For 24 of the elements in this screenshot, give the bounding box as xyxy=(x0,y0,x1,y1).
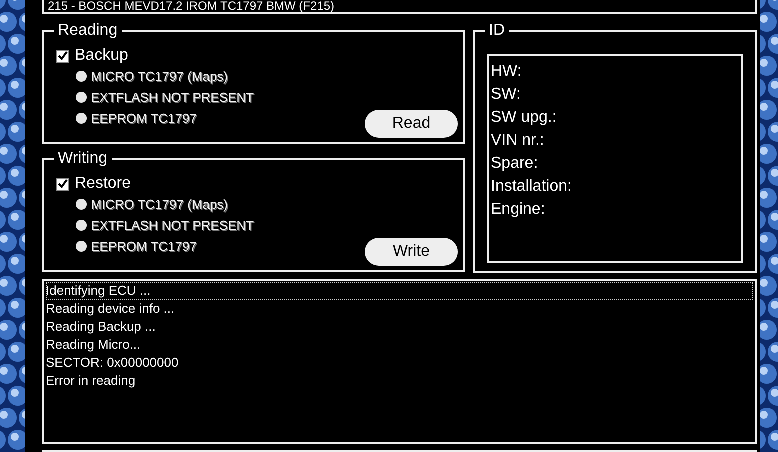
field-label: Spare: xyxy=(491,154,540,174)
checkbox[interactable] xyxy=(56,178,69,190)
checkbox-label[interactable]: Backup xyxy=(75,46,128,66)
checkbox[interactable] xyxy=(56,50,69,62)
field-label: Installation: xyxy=(491,177,573,197)
log-line[interactable]: Error in reading xyxy=(46,372,753,390)
log-line[interactable]: Identifying ECU ... xyxy=(46,282,753,300)
field-label: VIN nr.: xyxy=(491,131,546,151)
log-line[interactable]: Reading Backup ... xyxy=(46,318,753,336)
group-title: Writing xyxy=(54,149,112,169)
group-title: Reading xyxy=(54,21,122,41)
log-line[interactable]: SECTOR: 0x00000000 xyxy=(46,354,753,372)
log-line[interactable]: Reading Micro... xyxy=(46,336,753,354)
ecu-title: 215 - BOSCH MEVD17.2 IROM TC1797 BMW (F215) xyxy=(42,0,757,14)
write-button[interactable]: Write xyxy=(365,238,458,266)
field-label: SW: xyxy=(491,85,522,105)
checkbox-label[interactable]: Restore xyxy=(75,174,132,194)
field-label: SW upg.: xyxy=(491,108,558,128)
field-label: HW: xyxy=(491,62,523,82)
field-label: Engine: xyxy=(491,200,546,220)
check-icon xyxy=(58,51,68,61)
read-button[interactable]: Read xyxy=(365,110,458,138)
check-icon xyxy=(58,179,68,189)
log-line[interactable]: Reading device info ... xyxy=(46,300,753,318)
